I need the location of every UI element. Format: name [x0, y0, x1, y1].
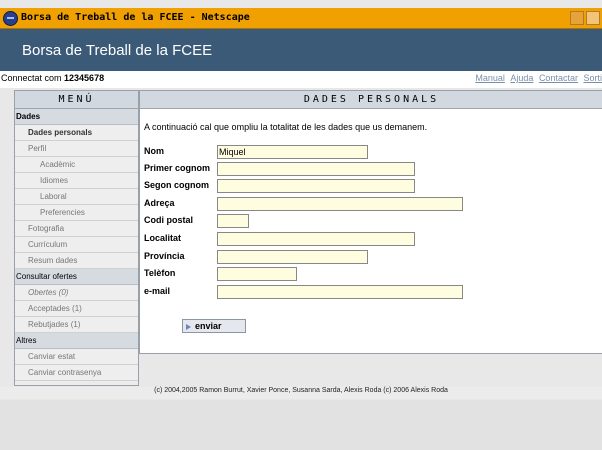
window-titlebar: Borsa de Treball de la FCEE - Netscape — [0, 8, 602, 29]
minimize-icon[interactable] — [570, 11, 584, 25]
window-title: Borsa de Treball de la FCEE - Netscape — [21, 12, 250, 23]
logout-link[interactable]: Sorti — [583, 73, 602, 83]
codi-postal-label: Codi postal — [144, 215, 193, 225]
menu-item-fotografia[interactable]: Fotografia — [15, 221, 138, 237]
side-menu: MENÚ Dades Dades personals Perfil Acadèm… — [14, 90, 139, 386]
site-title: Borsa de Treball de la FCEE — [22, 42, 213, 59]
menu-section-altres: Altres — [15, 333, 138, 349]
provincia-label: Província — [144, 251, 185, 261]
top-links: Manual Ajuda Contactar Sorti — [472, 73, 602, 83]
main-panel: DADES PERSONALS A continuació cal que om… — [139, 90, 602, 354]
email-label: e-mail — [144, 286, 171, 296]
segon-cognom-field[interactable] — [217, 179, 415, 193]
localitat-label: Localitat — [144, 233, 182, 243]
adreca-label: Adreça — [144, 198, 175, 208]
maximize-icon[interactable] — [586, 11, 600, 25]
netscape-icon — [3, 11, 18, 26]
menu-item-idiomes[interactable]: Idiomes — [15, 173, 138, 189]
footer-copyright: (c) 2004,2005 Ramon Burrut, Xavier Ponce… — [0, 387, 602, 399]
email-field[interactable] — [217, 285, 463, 299]
telefon-label: Telèfon — [144, 268, 176, 278]
help-link[interactable]: Ajuda — [510, 73, 533, 83]
telefon-field[interactable] — [217, 267, 297, 281]
menu-item-academic[interactable]: Acadèmic — [15, 157, 138, 173]
site-banner: Borsa de Treball de la FCEE — [0, 29, 602, 71]
menu-item-acceptades[interactable]: Acceptades (1) — [15, 301, 138, 317]
codi-postal-field[interactable] — [217, 214, 249, 228]
user-bar: Connectat com 12345678 Manual Ajuda Cont… — [0, 71, 602, 88]
manual-link[interactable]: Manual — [475, 73, 505, 83]
nom-label: Nom — [144, 146, 164, 156]
intro-text: A continuació cal que ompliu la totalita… — [144, 122, 428, 132]
browser-bottom-area — [0, 400, 602, 450]
submit-button[interactable]: enviar — [182, 319, 246, 333]
connected-label: Connectat com — [1, 73, 65, 83]
menu-item-perfil[interactable]: Perfil — [15, 141, 138, 157]
primer-cognom-label: Primer cognom — [144, 163, 211, 173]
window-controls — [570, 11, 602, 25]
user-id: 12345678 — [64, 73, 105, 83]
adreca-field[interactable] — [217, 197, 463, 211]
contact-link[interactable]: Contactar — [539, 73, 578, 83]
menu-item-laboral[interactable]: Laboral — [15, 189, 138, 205]
arrow-right-icon — [186, 323, 191, 330]
menu-section-dades: Dades — [15, 109, 138, 125]
menu-item-rebutjades[interactable]: Rebutjades (1) — [15, 317, 138, 333]
page-title: DADES PERSONALS — [140, 91, 602, 109]
menu-item-canviar-estat[interactable]: Canviar estat — [15, 349, 138, 365]
menu-item-preferencies[interactable]: Preferencies — [15, 205, 138, 221]
submit-label: enviar — [195, 321, 222, 331]
provincia-field[interactable] — [217, 250, 368, 264]
connected-status: Connectat com 12345678 — [1, 73, 104, 83]
primer-cognom-field[interactable] — [217, 162, 415, 176]
menu-item-dades-personals[interactable]: Dades personals — [15, 125, 138, 141]
menu-section-consultar-ofertes: Consultar ofertes — [15, 269, 138, 285]
menu-item-canviar-contrasenya[interactable]: Canviar contrasenya — [15, 365, 138, 381]
menu-item-curriculum[interactable]: Currículum — [15, 237, 138, 253]
menu-title: MENÚ — [15, 91, 138, 109]
menu-item-resum-dades[interactable]: Resum dades — [15, 253, 138, 269]
localitat-field[interactable] — [217, 232, 415, 246]
menu-item-obertes[interactable]: Obertes (0) — [15, 285, 138, 301]
nom-field[interactable] — [217, 145, 368, 159]
segon-cognom-label: Segon cognom — [144, 180, 209, 190]
